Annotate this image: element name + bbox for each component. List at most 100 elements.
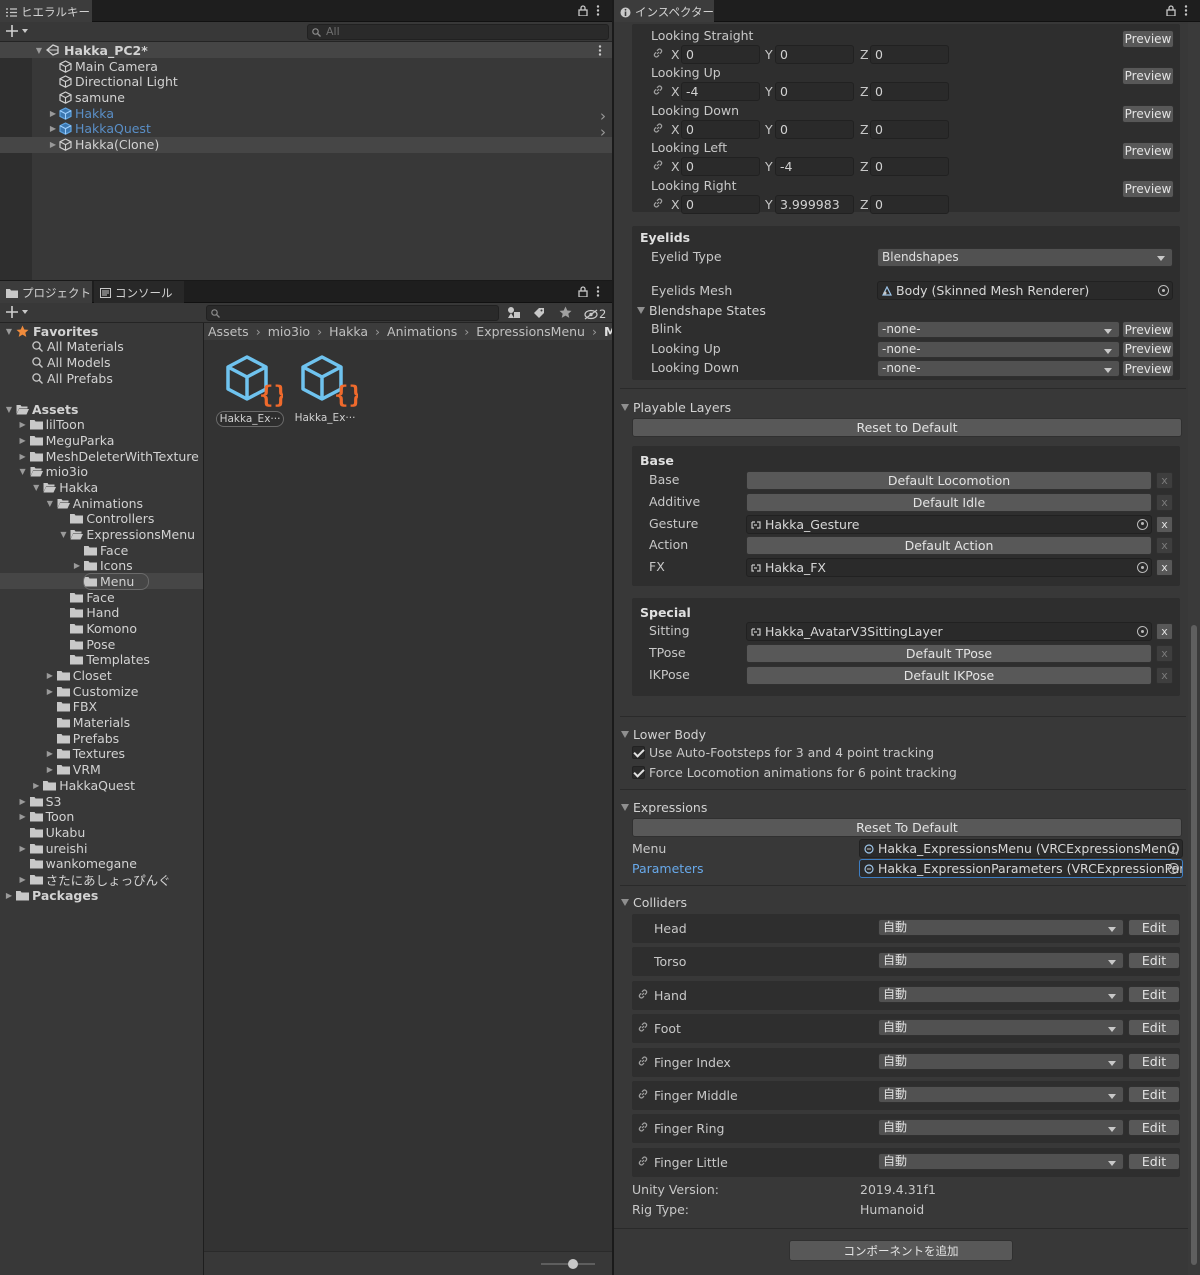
preview-button[interactable]: Preview bbox=[1122, 67, 1174, 86]
x-value-field[interactable]: -4 bbox=[681, 82, 760, 102]
hierarchy-row[interactable]: Main Camera bbox=[0, 58, 612, 74]
y-value-field[interactable]: 0 bbox=[775, 82, 854, 102]
auto-footsteps-checkbox[interactable] bbox=[632, 746, 645, 759]
default-layer-button[interactable]: Default Action bbox=[746, 536, 1152, 556]
lock-icon[interactable] bbox=[1166, 5, 1176, 16]
kebab-menu-icon[interactable] bbox=[596, 286, 600, 297]
hidden-packages-icon[interactable]: 2 bbox=[584, 307, 606, 321]
collider-mode-dropdown[interactable]: 自動 bbox=[878, 985, 1124, 1003]
kebab-menu-icon[interactable] bbox=[1184, 5, 1188, 16]
project-folder-row[interactable]: ▼ ExpressionsMenu bbox=[0, 526, 203, 542]
project-folder-row[interactable]: ▼ mio3io bbox=[0, 464, 203, 480]
project-folder-row[interactable]: Templates bbox=[0, 652, 203, 668]
x-value-field[interactable]: 0 bbox=[681, 157, 760, 177]
expand-arrow-icon[interactable]: ▶ bbox=[72, 558, 82, 574]
x-value-field[interactable]: 0 bbox=[681, 45, 760, 64]
project-folder-row[interactable]: Ukabu bbox=[0, 824, 203, 840]
x-value-field[interactable]: 0 bbox=[681, 119, 760, 139]
collider-edit-button[interactable]: Edit bbox=[1128, 985, 1180, 1003]
expand-arrow-icon[interactable]: ▶ bbox=[18, 809, 28, 825]
project-folder-row[interactable]: Controllers bbox=[0, 511, 203, 527]
link-icon[interactable] bbox=[637, 1088, 649, 1100]
object-picker-icon[interactable] bbox=[1158, 285, 1169, 296]
preview-button[interactable]: Preview bbox=[1122, 30, 1174, 48]
project-folder-row[interactable]: Komono bbox=[0, 621, 203, 637]
clear-layer-button[interactable]: x bbox=[1156, 472, 1173, 489]
hierarchy-row[interactable]: ▶ HakkaQuest › bbox=[0, 121, 612, 141]
hierarchy-row[interactable]: samune bbox=[0, 89, 612, 105]
favorites-row[interactable]: ▼ Favorites bbox=[0, 323, 203, 339]
favorite-search-item[interactable]: All Models bbox=[0, 354, 203, 370]
default-layer-button[interactable]: Default Idle bbox=[746, 492, 1152, 512]
object-picker-icon[interactable] bbox=[1168, 863, 1179, 874]
playable-layers-foldout[interactable]: Playable Layers bbox=[621, 400, 731, 415]
add-component-button[interactable]: コンポーネントを追加 bbox=[789, 1240, 1013, 1261]
preview-button[interactable]: Preview bbox=[1122, 104, 1174, 123]
collider-edit-button[interactable]: Edit bbox=[1128, 919, 1180, 936]
project-folder-row[interactable]: ▶ Closet bbox=[0, 668, 203, 684]
collider-mode-dropdown[interactable]: 自動 bbox=[878, 919, 1124, 936]
thumbnail-size-slider-thumb[interactable] bbox=[568, 1259, 578, 1269]
expand-arrow-icon[interactable]: ▶ bbox=[45, 762, 55, 778]
collider-mode-dropdown[interactable]: 自動 bbox=[878, 1152, 1124, 1170]
asset-tile[interactable]: {} Hakka_Ex··· bbox=[291, 353, 359, 433]
favorite-search-item[interactable]: All Materials bbox=[0, 339, 203, 355]
z-value-field[interactable]: 0 bbox=[870, 45, 949, 64]
link-icon[interactable] bbox=[652, 47, 664, 59]
expand-arrow-icon[interactable]: ▶ bbox=[18, 793, 28, 809]
project-folder-row[interactable]: Menu bbox=[0, 572, 203, 590]
collider-edit-button[interactable]: Edit bbox=[1128, 1086, 1180, 1103]
link-icon[interactable] bbox=[637, 1055, 649, 1067]
project-folder-row[interactable]: ▶ ureishi bbox=[0, 840, 203, 856]
collider-mode-dropdown[interactable]: 自動 bbox=[878, 952, 1124, 970]
project-folder-row[interactable]: ▶ Icons bbox=[0, 558, 203, 574]
project-folder-row[interactable]: Materials bbox=[0, 715, 203, 731]
add-create-icon[interactable] bbox=[6, 306, 28, 318]
expand-arrow-icon[interactable]: ▼ bbox=[45, 495, 55, 511]
collider-edit-button[interactable]: Edit bbox=[1128, 952, 1180, 970]
expand-arrow-icon[interactable]: ▶ bbox=[18, 840, 28, 856]
collider-mode-dropdown[interactable]: 自動 bbox=[878, 1052, 1124, 1070]
preview-button[interactable]: Preview bbox=[1122, 321, 1174, 338]
favorite-star-icon[interactable] bbox=[559, 306, 572, 319]
clear-layer-button[interactable]: x bbox=[1156, 493, 1173, 511]
link-icon[interactable] bbox=[637, 988, 649, 1000]
project-folder-row[interactable]: ▶ Toon bbox=[0, 809, 203, 825]
filter-by-label-icon[interactable] bbox=[533, 307, 545, 319]
y-value-field[interactable]: 3.999983 bbox=[775, 194, 854, 214]
y-value-field[interactable]: 0 bbox=[775, 45, 854, 64]
lock-icon[interactable] bbox=[578, 5, 588, 16]
animator-controller-field[interactable]: Hakka_FX bbox=[746, 558, 1152, 578]
blendshape-state-dropdown[interactable]: -none- bbox=[877, 360, 1120, 378]
scene-menu-icon[interactable] bbox=[598, 45, 602, 56]
link-icon[interactable] bbox=[652, 122, 664, 134]
preview-button[interactable]: Preview bbox=[1122, 142, 1174, 161]
project-folder-row[interactable]: ▶ Customize bbox=[0, 683, 203, 699]
collider-mode-dropdown[interactable]: 自動 bbox=[878, 1119, 1124, 1137]
expressions-menu-field[interactable]: Hakka_ExpressionsMenu (VRCExpressionsMen… bbox=[859, 839, 1183, 858]
link-icon[interactable] bbox=[637, 1155, 649, 1167]
expand-arrow-icon[interactable]: ▶ bbox=[18, 417, 28, 433]
expand-arrow-icon[interactable]: ▶ bbox=[48, 121, 58, 137]
expand-arrow-icon[interactable]: ▶ bbox=[18, 871, 28, 887]
clear-layer-button[interactable]: x bbox=[1156, 537, 1173, 555]
eyelid-type-dropdown[interactable]: Blendshapes bbox=[877, 248, 1173, 267]
object-picker-icon[interactable] bbox=[1137, 518, 1148, 530]
clear-layer-button[interactable]: x bbox=[1156, 559, 1173, 577]
expand-arrow-icon[interactable]: ▶ bbox=[18, 432, 28, 448]
breadcrumb-item[interactable]: mio3io bbox=[268, 324, 310, 339]
z-value-field[interactable]: 0 bbox=[870, 194, 949, 214]
expand-arrow-icon[interactable]: ▼ bbox=[4, 401, 14, 417]
z-value-field[interactable]: 0 bbox=[870, 82, 949, 102]
project-folder-row[interactable]: ▶ MeshDeleterWithTexture bbox=[0, 448, 203, 464]
expand-arrow-icon[interactable]: ▶ bbox=[48, 105, 58, 121]
project-folder-row[interactable]: ▶ Textures bbox=[0, 746, 203, 762]
project-folder-row[interactable]: ▶ Packages bbox=[0, 887, 203, 903]
link-icon[interactable] bbox=[652, 84, 664, 96]
clear-layer-button[interactable]: x bbox=[1156, 623, 1173, 640]
animator-controller-field[interactable]: Hakka_AvatarV3SittingLayer bbox=[746, 622, 1152, 641]
breadcrumb-item[interactable]: Assets bbox=[208, 324, 249, 339]
project-folder-row[interactable]: ▶ VRM bbox=[0, 762, 203, 778]
y-value-field[interactable]: -4 bbox=[775, 157, 854, 177]
link-icon[interactable] bbox=[652, 197, 664, 209]
